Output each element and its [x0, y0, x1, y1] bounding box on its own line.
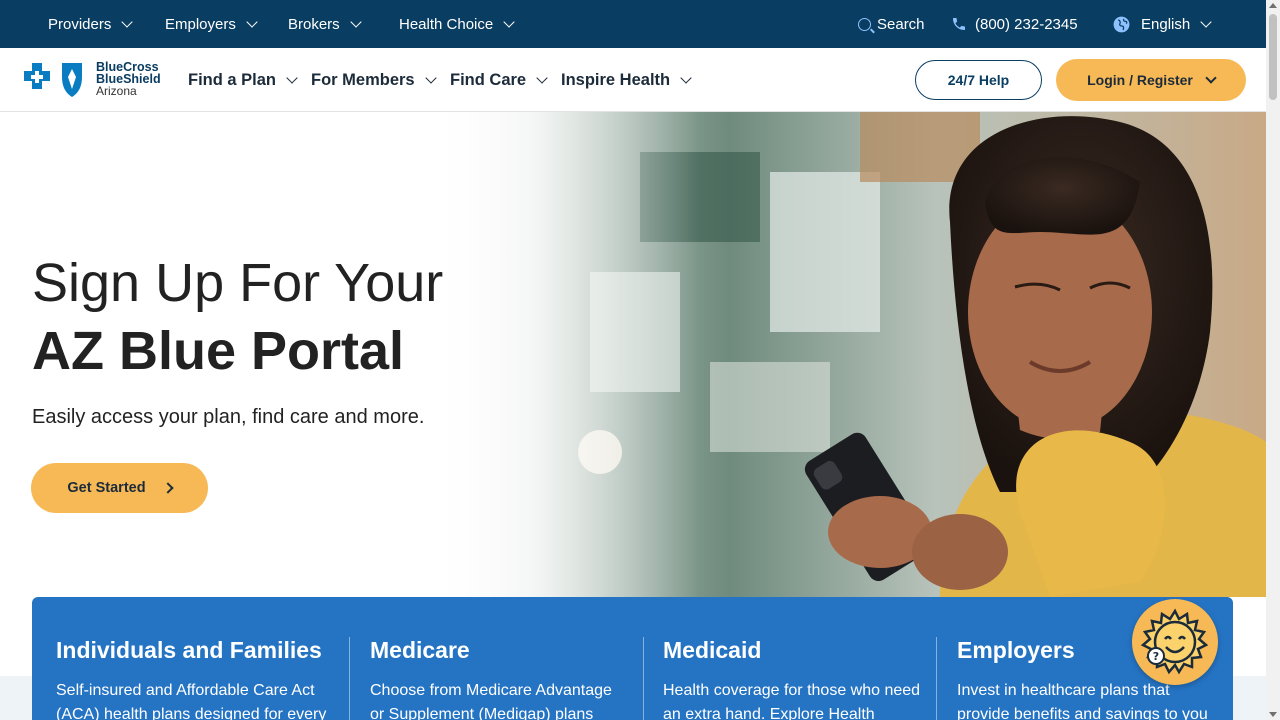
card-individuals-families[interactable]: Individuals and Families Self-insured an… — [56, 597, 346, 720]
card-divider — [349, 637, 350, 720]
card-text: Health coverage for those who need an ex… — [663, 682, 921, 720]
chevron-down-icon — [680, 71, 692, 84]
get-started-label: Get Started — [67, 480, 146, 496]
svg-text:?: ? — [1153, 650, 1159, 663]
nav-find-a-plan[interactable]: Find a Plan — [188, 48, 298, 112]
nav-item-label: For Members — [311, 70, 415, 89]
brand-line-3: Arizona — [96, 84, 137, 98]
card-medicare[interactable]: Medicare Choose from Medicare Advantage … — [370, 597, 640, 720]
card-title: Medicare — [370, 637, 470, 663]
hero-title-line-2: AZ Blue Portal — [32, 321, 405, 381]
plan-category-panel: Individuals and Families Self-insured an… — [32, 597, 1233, 720]
globe-icon — [1113, 16, 1130, 32]
language-label: English — [1141, 15, 1191, 33]
hero-subtitle: Easily access your plan, find care and m… — [32, 406, 425, 428]
utility-bar: Providers Employers Brokers Health Choic… — [0, 0, 1266, 48]
sun-face-help-icon: ? — [1140, 608, 1209, 675]
card-medicaid[interactable]: Medicaid Health coverage for those who n… — [663, 597, 933, 720]
card-text: Self-insured and Affordable Care Act (AC… — [56, 682, 327, 720]
chevron-down-icon — [536, 71, 548, 84]
search-button[interactable]: Search — [858, 0, 925, 48]
card-title: Employers — [957, 637, 1075, 663]
search-label: Search — [877, 15, 925, 33]
topbar-item-employers[interactable]: Employers — [165, 0, 258, 48]
bcbs-cross-shield-icon — [24, 63, 82, 97]
bcbs-logo[interactable]: BlueCross BlueShield Arizona — [20, 59, 161, 99]
nav-item-label: Find Care — [450, 70, 527, 89]
chevron-down-icon — [1200, 15, 1212, 28]
topbar-item-health-choice[interactable]: Health Choice — [399, 0, 515, 48]
card-title: Individuals and Families — [56, 637, 322, 663]
card-divider — [643, 637, 644, 720]
chevron-down-icon — [286, 71, 298, 84]
chevron-down-icon — [121, 15, 134, 28]
topbar-item-providers[interactable]: Providers — [48, 0, 134, 48]
scrollbar-thumb[interactable] — [1269, 14, 1277, 100]
main-navigation: BlueCross BlueShield Arizona Find a Plan… — [0, 48, 1266, 112]
card-title: Medicaid — [663, 637, 762, 663]
scroll-down-arrow-icon[interactable] — [1269, 712, 1277, 717]
hero-banner: Sign Up For Your AZ Blue Portal Easily a… — [0, 112, 1266, 597]
language-selector[interactable]: English — [1112, 0, 1212, 48]
card-divider — [936, 637, 937, 720]
topbar-item-label: Health Choice — [399, 15, 494, 33]
nav-item-label: Inspire Health — [561, 70, 671, 89]
chevron-right-icon — [161, 482, 174, 494]
chevron-down-icon — [246, 15, 258, 28]
topbar-item-label: Brokers — [288, 15, 340, 33]
nav-item-label: Find a Plan — [188, 70, 277, 89]
nav-for-members[interactable]: For Members — [311, 48, 437, 112]
hero-title-line-1: Sign Up For Your — [32, 253, 444, 313]
help-button[interactable]: 24/7 Help — [915, 60, 1042, 100]
chevron-down-icon — [424, 71, 437, 84]
topbar-item-brokers[interactable]: Brokers — [288, 0, 362, 48]
nav-inspire-health[interactable]: Inspire Health — [561, 48, 692, 112]
topbar-item-label: Employers — [165, 15, 236, 33]
phone-number: (800) 232-2345 — [975, 15, 1078, 33]
phone-link[interactable]: (800) 232-2345 — [951, 0, 1078, 48]
nav-find-care[interactable]: Find Care — [450, 48, 548, 112]
hero-fade-overlay — [440, 112, 700, 597]
page-scrollbar[interactable] — [1266, 0, 1280, 720]
topbar-item-label: Providers — [48, 15, 112, 33]
search-icon — [858, 17, 871, 31]
card-text: Invest in healthcare plans that provide … — [957, 682, 1208, 720]
chevron-down-icon — [1205, 71, 1217, 84]
help-chatbot-button[interactable]: ? — [1132, 599, 1218, 685]
brand-name: BlueCross BlueShield Arizona — [96, 61, 161, 97]
phone-icon — [953, 18, 965, 30]
chevron-down-icon — [350, 15, 362, 28]
login-register-button[interactable]: Login / Register — [1056, 59, 1246, 101]
chevron-down-icon — [503, 15, 515, 28]
login-label: Login / Register — [1087, 72, 1193, 88]
card-text: Choose from Medicare Advantage or Supple… — [370, 682, 612, 720]
get-started-button[interactable]: Get Started — [31, 463, 208, 513]
scroll-up-arrow-icon[interactable] — [1269, 3, 1277, 8]
